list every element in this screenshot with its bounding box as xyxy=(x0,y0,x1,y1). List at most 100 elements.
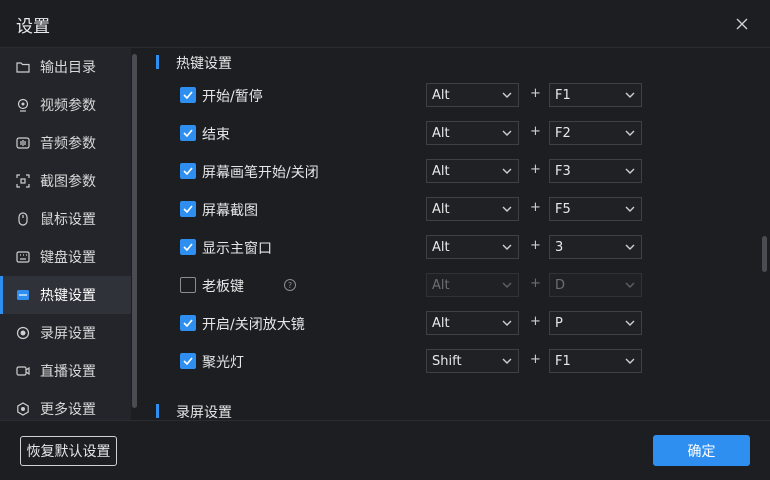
key-select[interactable]: F3 xyxy=(549,159,642,183)
checkbox[interactable] xyxy=(180,353,196,369)
sidebar-item-hotkey[interactable]: 热键设置 xyxy=(0,276,131,314)
checkbox[interactable] xyxy=(180,315,196,331)
section-title-record: 录屏设置 xyxy=(156,402,232,422)
modifier-select[interactable]: Alt xyxy=(426,121,519,145)
more-settings-icon xyxy=(16,402,30,416)
row-label: 聚光灯 xyxy=(202,355,244,371)
select-value: F5 xyxy=(555,201,571,217)
modifier-select[interactable]: Alt xyxy=(426,235,519,259)
key-select[interactable]: P xyxy=(549,311,642,335)
sidebar-item-more[interactable]: 更多设置 xyxy=(0,390,131,420)
chevron-down-icon xyxy=(625,282,635,288)
select-value: Alt xyxy=(432,201,450,217)
key-select[interactable]: 3 xyxy=(549,235,642,259)
checkbox[interactable] xyxy=(180,125,196,141)
chevron-down-icon xyxy=(502,244,512,250)
modifier-select[interactable]: Alt xyxy=(426,197,519,221)
checkmark-icon xyxy=(183,167,193,175)
chevron-down-icon xyxy=(502,358,512,364)
select-value: D xyxy=(555,277,566,293)
checkmark-icon xyxy=(183,243,193,251)
hotkey-row-boss-key: 老板键 ? Alt + D xyxy=(180,273,650,297)
sidebar-item-mouse[interactable]: 鼠标设置 xyxy=(0,200,131,238)
select-value: Alt xyxy=(432,87,450,103)
chevron-down-icon xyxy=(625,358,635,364)
key-select[interactable]: F2 xyxy=(549,121,642,145)
checkbox[interactable] xyxy=(180,239,196,255)
confirm-button[interactable]: 确定 xyxy=(653,435,750,466)
content-scrollbar[interactable] xyxy=(760,48,768,420)
record-icon xyxy=(16,326,30,340)
key-select[interactable]: D xyxy=(549,273,642,297)
select-value: Shift xyxy=(432,353,462,369)
close-icon xyxy=(736,18,748,30)
row-label: 显示主窗口 xyxy=(202,241,272,257)
title-bar: 设置 xyxy=(0,0,770,48)
chevron-down-icon xyxy=(502,206,512,212)
sidebar-item-label: 截图参数 xyxy=(40,174,96,190)
checkmark-icon xyxy=(183,205,193,213)
modifier-select[interactable]: Alt xyxy=(426,273,519,297)
hotkey-row-screenshot: 屏幕截图 Alt + F5 xyxy=(180,197,650,221)
sidebar-item-output-dir[interactable]: 输出目录 xyxy=(0,48,131,86)
sidebar-item-keyboard[interactable]: 键盘设置 xyxy=(0,238,131,276)
row-label: 开始/暂停 xyxy=(202,89,263,105)
select-value: Alt xyxy=(432,315,450,331)
plus-sign: + xyxy=(530,200,541,215)
window-title: 设置 xyxy=(16,17,50,37)
section-title-hotkeys: 热键设置 xyxy=(156,53,232,73)
checkbox[interactable] xyxy=(180,87,196,103)
reset-defaults-button[interactable]: 恢复默认设置 xyxy=(20,436,117,466)
live-icon xyxy=(16,364,30,378)
sidebar-scrollbar[interactable] xyxy=(131,48,139,412)
modifier-select[interactable]: Shift xyxy=(426,349,519,373)
sidebar-item-label: 更多设置 xyxy=(40,402,96,418)
screenshot-icon xyxy=(16,174,30,188)
plus-sign: + xyxy=(530,314,541,329)
modifier-select[interactable]: Alt xyxy=(426,159,519,183)
sidebar-item-record[interactable]: 录屏设置 xyxy=(0,314,131,352)
plus-sign: + xyxy=(530,352,541,367)
modifier-select[interactable]: Alt xyxy=(426,83,519,107)
keyboard-icon xyxy=(16,250,30,264)
sidebar-item-label: 直播设置 xyxy=(40,364,96,380)
sidebar-item-video[interactable]: 视频参数 xyxy=(0,86,131,124)
plus-sign: + xyxy=(530,162,541,177)
key-select[interactable]: F1 xyxy=(549,349,642,373)
close-button[interactable] xyxy=(730,12,754,36)
checkbox[interactable] xyxy=(180,201,196,217)
sidebar-item-audio[interactable]: 音频参数 xyxy=(0,124,131,162)
help-icon[interactable]: ? xyxy=(284,279,296,291)
chevron-down-icon xyxy=(502,92,512,98)
hotkey-row-screen-pen: 屏幕画笔开始/关闭 Alt + F3 xyxy=(180,159,650,183)
chevron-down-icon xyxy=(625,168,635,174)
sidebar-item-live[interactable]: 直播设置 xyxy=(0,352,131,390)
sidebar-item-label: 录屏设置 xyxy=(40,326,96,342)
sidebar-item-label: 视频参数 xyxy=(40,98,96,114)
select-value: P xyxy=(555,315,563,331)
content-scroll-thumb[interactable] xyxy=(762,236,767,272)
row-label: 屏幕画笔开始/关闭 xyxy=(202,165,319,181)
chevron-down-icon xyxy=(625,320,635,326)
sidebar: 输出目录 视频参数 音频参数 截图参数 鼠标设置 键盘设置 热键设置 录屏设置 … xyxy=(0,48,131,420)
key-select[interactable]: F5 xyxy=(549,197,642,221)
hotkey-row-end: 结束 Alt + F2 xyxy=(180,121,650,145)
checkbox[interactable] xyxy=(180,277,196,293)
checkbox[interactable] xyxy=(180,163,196,179)
chevron-down-icon xyxy=(625,206,635,212)
sidebar-item-screenshot[interactable]: 截图参数 xyxy=(0,162,131,200)
modifier-select[interactable]: Alt xyxy=(426,311,519,335)
checkmark-icon xyxy=(183,91,193,99)
camera-icon xyxy=(16,98,30,112)
select-value: Alt xyxy=(432,125,450,141)
chevron-down-icon xyxy=(502,282,512,288)
sidebar-scroll-thumb[interactable] xyxy=(132,54,137,408)
chevron-down-icon xyxy=(502,168,512,174)
select-value: F2 xyxy=(555,125,571,141)
plus-sign: + xyxy=(530,276,541,291)
chevron-down-icon xyxy=(625,244,635,250)
checkmark-icon xyxy=(183,357,193,365)
key-select[interactable]: F1 xyxy=(549,83,642,107)
sidebar-item-label: 键盘设置 xyxy=(40,250,96,266)
chevron-down-icon xyxy=(502,130,512,136)
